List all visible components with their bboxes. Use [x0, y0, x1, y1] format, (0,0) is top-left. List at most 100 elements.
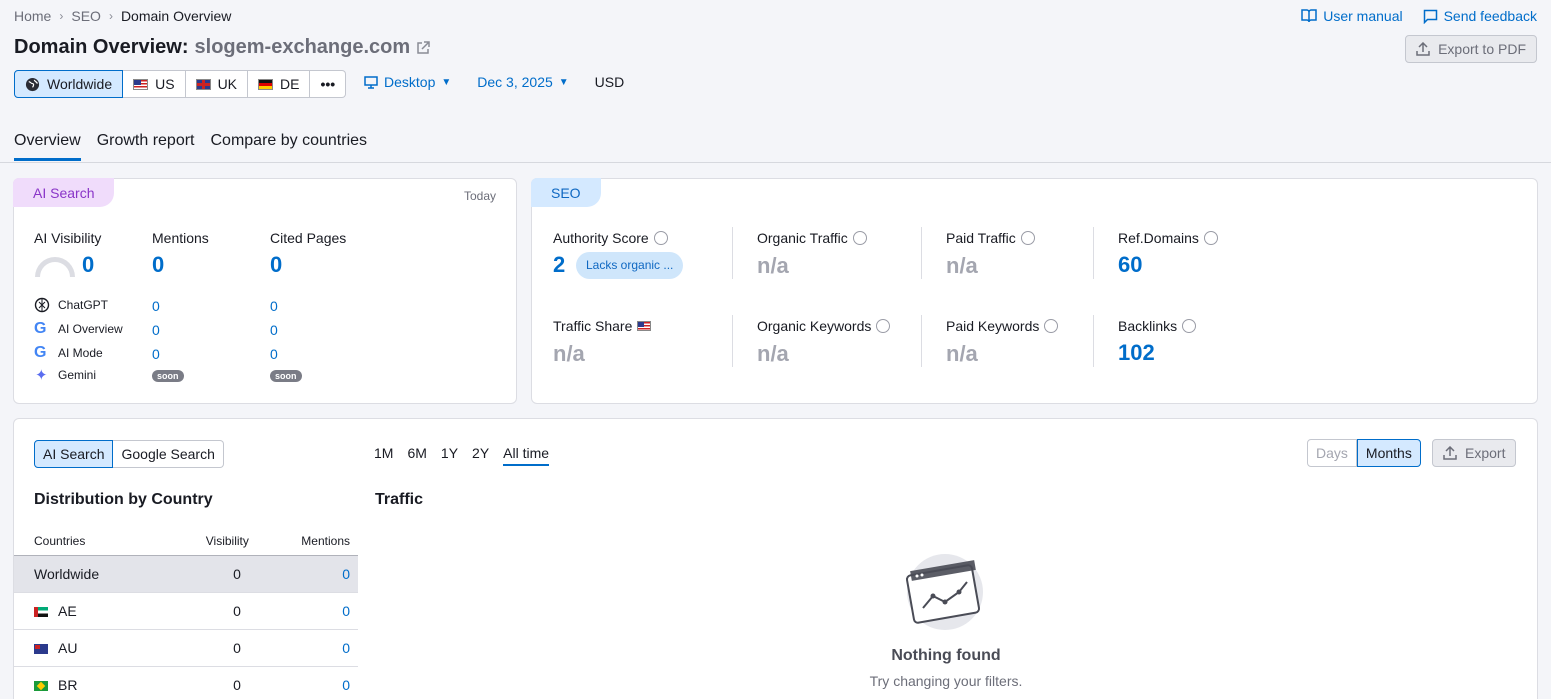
range-all-time[interactable]: All time: [503, 445, 550, 466]
db-uk[interactable]: UK: [185, 70, 249, 98]
toggle-google-search[interactable]: Google Search: [113, 440, 224, 468]
authority-score-badge[interactable]: Lacks organic ...: [576, 252, 684, 279]
info-icon[interactable]: [876, 319, 891, 333]
granularity-toggle: Days Months: [1307, 439, 1421, 467]
chevron-down-icon: ▼: [441, 76, 452, 88]
export-label: Export: [1465, 445, 1506, 461]
database-selector: Worldwide US UK DE •••: [14, 70, 347, 98]
export-button[interactable]: Export: [1432, 439, 1517, 467]
paid-traffic-label: Paid Traffic: [946, 230, 1016, 246]
export-pdf-button[interactable]: Export to PDF: [1405, 35, 1537, 63]
distribution-card: AI Search Google Search 1M 6M 1Y 2Y All …: [13, 418, 1538, 699]
source-cited[interactable]: 0: [270, 322, 278, 338]
breadcrumb-current: Domain Overview: [120, 8, 232, 24]
divider: [921, 315, 922, 367]
col-countries[interactable]: Countries: [14, 527, 166, 556]
source-mentions[interactable]: 0: [152, 298, 160, 314]
seo-pill: SEO: [531, 178, 601, 207]
visibility-cell: 0: [165, 666, 257, 699]
paid-keywords-metric: Paid Keywords: [946, 318, 1059, 334]
backlinks-value[interactable]: 102: [1118, 340, 1155, 366]
toggle-ai-search[interactable]: AI Search: [34, 440, 114, 468]
ai-card-date: Today: [463, 189, 496, 203]
range-1m[interactable]: 1M: [374, 445, 393, 466]
organic-traffic-value: n/a: [757, 253, 789, 278]
page-title: Domain Overview: slogem-exchange.com: [14, 36, 430, 59]
info-icon[interactable]: [1182, 319, 1197, 333]
mentions-label: Mentions: [152, 230, 209, 246]
ai-visibility-gauge: [35, 257, 75, 277]
date-dropdown[interactable]: Dec 3, 2025 ▼: [477, 74, 568, 90]
mentions-cell[interactable]: 0: [256, 629, 358, 667]
source-mentions[interactable]: 0: [152, 346, 160, 362]
country-cell: AE: [14, 592, 166, 630]
tab-compare-by-countries[interactable]: Compare by countries: [211, 132, 368, 161]
organic-traffic-label: Organic Traffic: [757, 230, 848, 246]
table-row[interactable]: BR 0 0: [14, 666, 358, 699]
time-range-tabs: 1M 6M 1Y 2Y All time: [374, 445, 550, 466]
user-manual-link[interactable]: User manual: [1301, 8, 1403, 24]
authority-score-value[interactable]: 2: [553, 252, 565, 278]
ref-domains-value[interactable]: 60: [1118, 252, 1142, 278]
domain-name[interactable]: slogem-exchange.com: [195, 36, 411, 59]
info-icon[interactable]: [1020, 231, 1035, 245]
gemini-icon: ✦: [35, 367, 48, 384]
user-manual-label: User manual: [1323, 8, 1403, 24]
authority-score-metric: Authority Score: [553, 230, 668, 246]
country-name: AU: [58, 639, 78, 656]
db-us[interactable]: US: [123, 70, 186, 98]
cited-pages-value[interactable]: 0: [270, 252, 282, 278]
db-worldwide[interactable]: Worldwide: [14, 70, 124, 98]
cited-pages-label: Cited Pages: [270, 230, 347, 246]
range-1y[interactable]: 1Y: [441, 445, 458, 466]
device-label: Desktop: [384, 74, 436, 90]
mentions-cell[interactable]: 0: [256, 666, 358, 699]
mentions-value[interactable]: 0: [152, 252, 164, 278]
more-icon: •••: [320, 76, 336, 92]
mentions-cell[interactable]: 0: [256, 555, 358, 593]
info-icon[interactable]: [1044, 319, 1059, 333]
chevron-right-icon: ›: [108, 9, 113, 23]
device-dropdown[interactable]: Desktop ▼: [364, 74, 451, 90]
tab-growth-report[interactable]: Growth report: [97, 132, 195, 161]
tab-overview[interactable]: Overview: [14, 132, 81, 161]
mentions-cell[interactable]: 0: [256, 592, 358, 630]
visibility-cell: 0: [165, 592, 257, 630]
breadcrumb-seo[interactable]: SEO: [71, 8, 101, 24]
db-de[interactable]: DE: [248, 70, 311, 98]
upload-icon: [1443, 446, 1457, 460]
info-icon[interactable]: [1203, 231, 1218, 245]
breadcrumb-home[interactable]: Home: [14, 8, 51, 24]
toggle-months[interactable]: Months: [1356, 439, 1421, 467]
table-row[interactable]: AE 0 0: [14, 592, 358, 630]
col-mentions[interactable]: Mentions: [256, 527, 358, 556]
range-2y[interactable]: 2Y: [472, 445, 489, 466]
export-pdf-label: Export to PDF: [1438, 41, 1526, 57]
divider: [1093, 315, 1094, 367]
col-visibility[interactable]: Visibility: [165, 527, 257, 556]
currency-label: USD: [594, 74, 625, 90]
source-mentions[interactable]: 0: [152, 322, 160, 338]
table-row[interactable]: Worldwide 0 0: [14, 555, 358, 593]
country-name: Worldwide: [34, 565, 100, 582]
soon-badge: soon: [152, 370, 184, 382]
organic-keywords-label: Organic Keywords: [757, 318, 872, 334]
toggle-days[interactable]: Days: [1307, 439, 1357, 467]
range-6m[interactable]: 6M: [407, 445, 426, 466]
more-databases-button[interactable]: •••: [310, 70, 347, 98]
ai-search-card: AI Search Today AI Visibility 0 Mentions…: [13, 178, 517, 404]
external-link-icon[interactable]: [416, 40, 430, 55]
info-icon[interactable]: [852, 231, 867, 245]
breadcrumb: Home › SEO › Domain Overview: [14, 8, 231, 24]
tabs-divider: [0, 162, 1551, 163]
source-cited[interactable]: 0: [270, 298, 278, 314]
country-cell: Worldwide: [14, 555, 166, 593]
info-icon[interactable]: [653, 231, 668, 245]
soon-badge: soon: [270, 370, 302, 382]
country-cell: AU: [14, 629, 166, 667]
ai-visibility-value[interactable]: 0: [82, 252, 94, 278]
source-cited[interactable]: 0: [270, 346, 278, 362]
ai-source-row-chatgpt: ChatGPT 0 0: [34, 297, 334, 315]
table-row[interactable]: AU 0 0: [14, 629, 358, 667]
send-feedback-link[interactable]: Send feedback: [1423, 8, 1537, 24]
